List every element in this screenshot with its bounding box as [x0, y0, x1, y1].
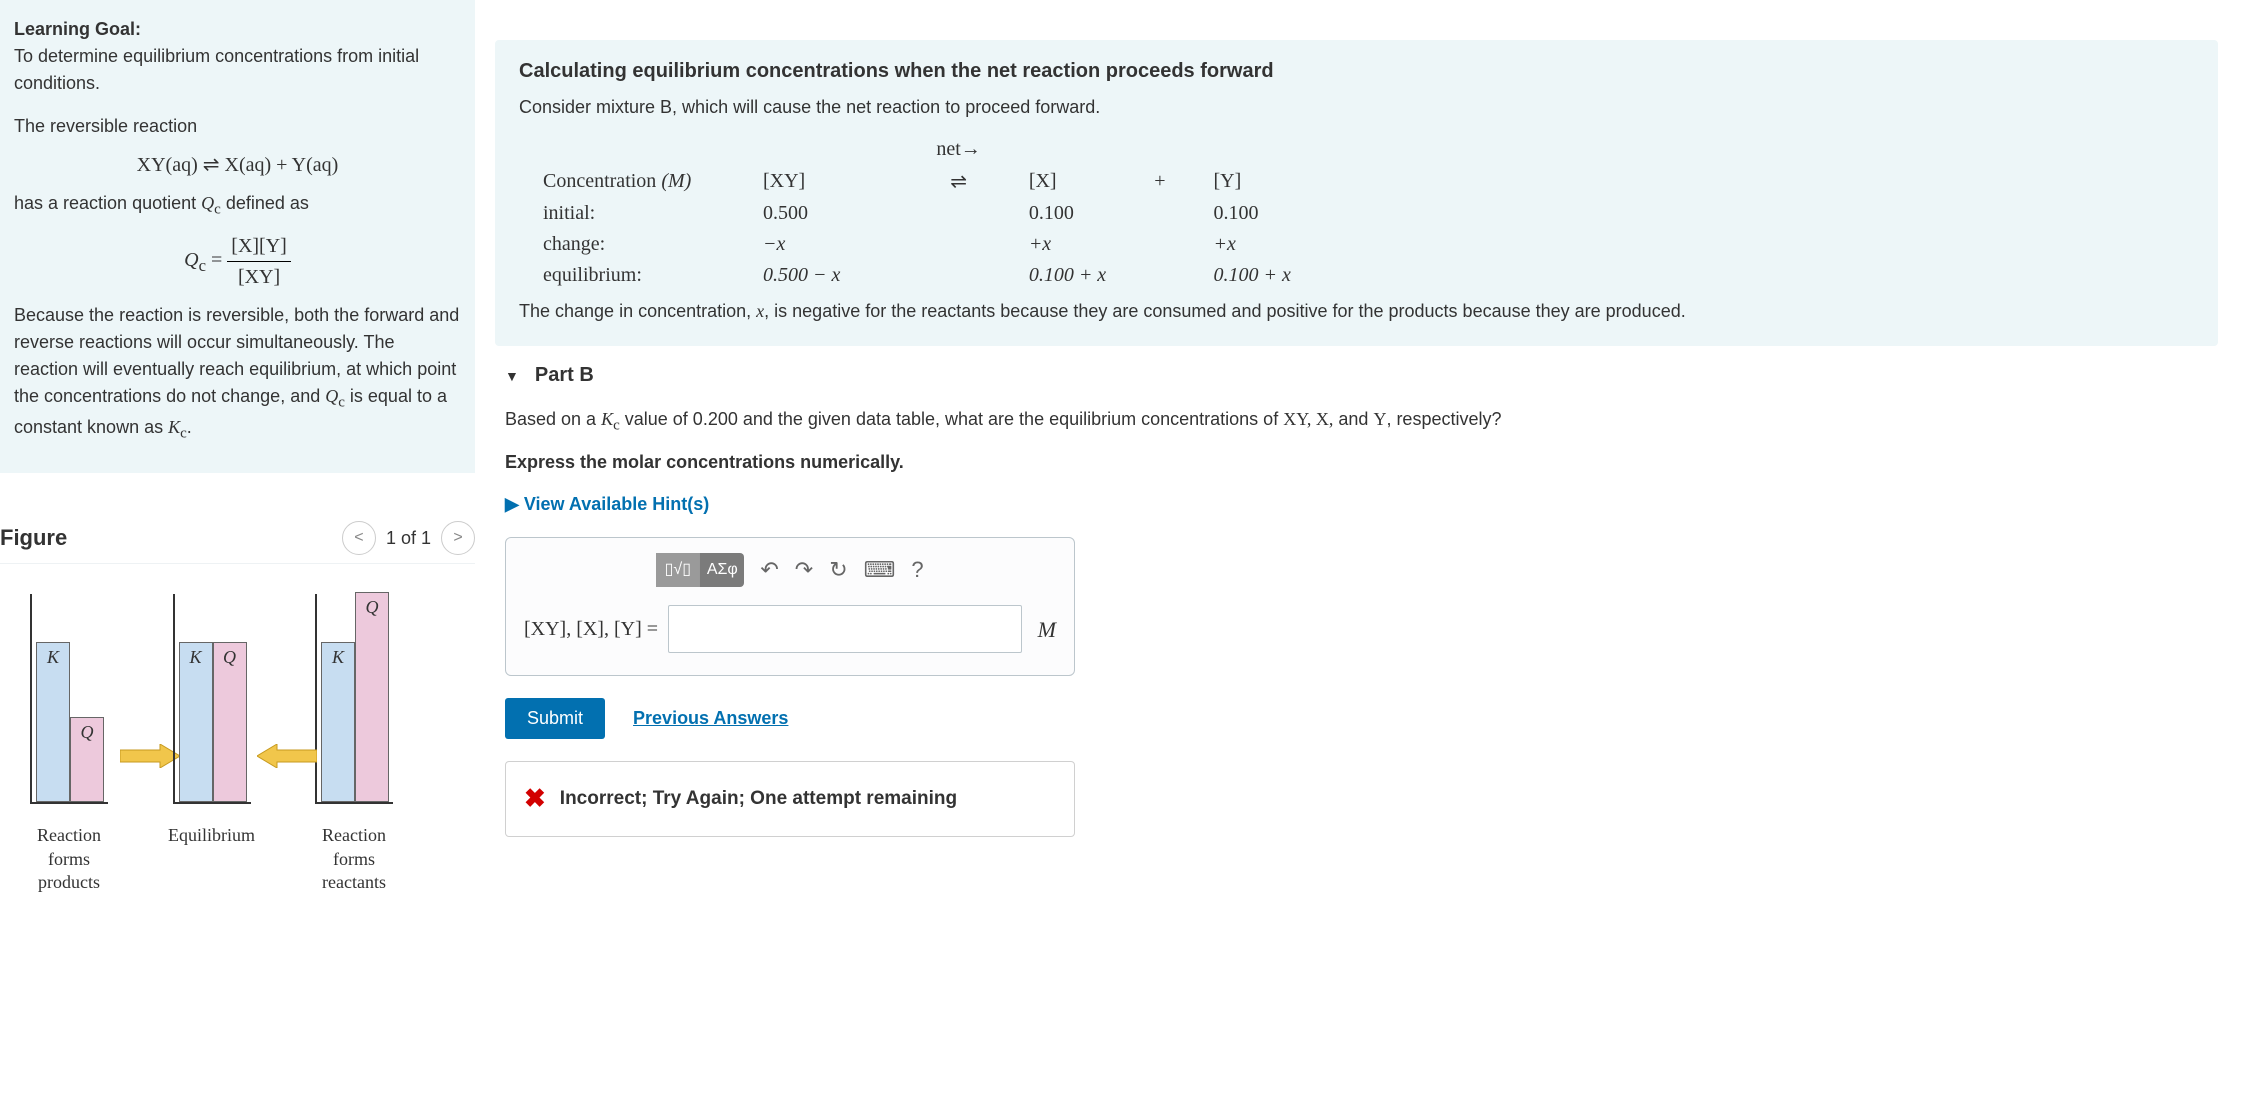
hint-intro: Consider mixture B, which will cause the… — [519, 97, 2194, 118]
hint-note: The change in concentration, x, is negat… — [519, 301, 2194, 322]
help-icon[interactable]: ? — [911, 552, 923, 587]
learning-goal-box: Learning Goal: To determine equilibrium … — [0, 0, 475, 473]
reaction-equation: XY(aq) ⇌ X(aq) + Y(aq) — [14, 150, 461, 180]
previous-answers-link[interactable]: Previous Answers — [633, 704, 788, 733]
figure-prev-button[interactable]: < — [342, 521, 376, 555]
explanation-text: Because the reaction is reversible, both… — [14, 302, 461, 445]
figure-nav-label: 1 of 1 — [386, 528, 431, 549]
answer-box: ▯√▯ ΑΣφ ↶ ↷ ↻ ⌨ ? [XY], [X], [Y] = M — [505, 537, 1075, 676]
learning-goal-label: Learning Goal: — [14, 19, 141, 39]
chevron-down-icon: ▼ — [505, 368, 519, 384]
figure-next-button[interactable]: > — [441, 521, 475, 555]
feedback-box: ✖ Incorrect; Try Again; One attempt rema… — [505, 761, 1075, 837]
submit-button[interactable]: Submit — [505, 698, 605, 739]
answer-label: [XY], [X], [Y] = — [524, 613, 658, 645]
hint-box: Calculating equilibrium concentrations w… — [495, 40, 2218, 346]
bar-k: K — [36, 642, 70, 802]
instructions: Express the molar concentrations numeric… — [505, 452, 904, 472]
figure-group-products: K Q Reaction forms products — [30, 594, 108, 894]
undo-icon[interactable]: ↶ — [760, 552, 778, 587]
feedback-message: Incorrect; Try Again; One attempt remain… — [560, 784, 957, 814]
bar-k: K — [321, 642, 355, 802]
bar-q: Q — [70, 717, 104, 802]
hint-title: Calculating equilibrium concentrations w… — [519, 60, 2194, 83]
format-button[interactable]: ▯√▯ — [656, 553, 700, 587]
figure-title: Figure — [0, 525, 67, 551]
figure-group-equilibrium: K Q Equilibrium — [168, 594, 255, 894]
keyboard-icon[interactable]: ⌨ — [864, 552, 896, 587]
redo-icon[interactable]: ↷ — [795, 552, 813, 587]
reversible-intro: The reversible reaction — [14, 113, 461, 140]
learning-goal-text: To determine equilibrium concentrations … — [14, 43, 461, 97]
answer-input[interactable] — [668, 605, 1022, 653]
incorrect-icon: ✖ — [524, 778, 546, 820]
greek-button[interactable]: ΑΣφ — [700, 553, 744, 587]
part-b-label: Part B — [535, 364, 594, 387]
view-hints-link[interactable]: View Available Hint(s) — [505, 490, 709, 519]
reset-icon[interactable]: ↻ — [829, 552, 847, 587]
bar-q: Q — [355, 592, 389, 802]
bar-k: K — [179, 642, 213, 802]
bar-q: Q — [213, 642, 247, 802]
figure-group-reactants: K Q Reaction forms reactants — [315, 594, 393, 894]
figure-header: Figure < 1 of 1 > — [0, 513, 475, 564]
part-b-question: Based on a Kc value of 0.200 and the giv… — [495, 405, 2218, 837]
figure-body: K Q Reaction forms products — [0, 564, 475, 904]
answer-toolbar: ▯√▯ ΑΣφ ↶ ↷ ↻ ⌨ ? — [524, 552, 1056, 587]
answer-unit: M — [1038, 612, 1056, 647]
qc-definition: Qc = [X][Y][XY] — [14, 231, 461, 292]
ice-table: net→ Concentration (M) [XY] ⇌ [X] + [Y] … — [519, 134, 2194, 291]
qc-intro: has a reaction quotient Qc defined as — [14, 190, 461, 221]
part-b-header[interactable]: ▼ Part B — [495, 346, 2218, 405]
